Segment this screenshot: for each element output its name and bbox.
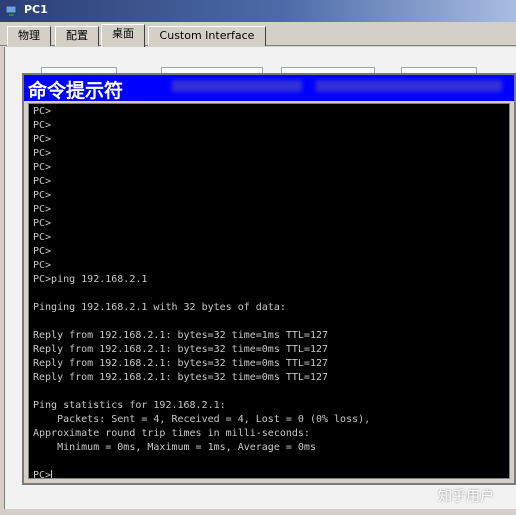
pc-app-icon [5,5,17,16]
terminal-line: PC> [33,134,52,145]
terminal-line: PC> [33,246,52,257]
terminal-line: PC> [33,106,52,117]
terminal-line: Packets: Sent = 4, Received = 4, Lost = … [33,414,371,425]
tab-strip: 物理 配置 桌面 Custom Interface [0,22,516,47]
terminal-line: PC> [33,120,52,131]
blurred-title-text [316,80,502,92]
cmd-title-bar: 命令提示符 [24,75,514,101]
terminal-line: Approximate round trip times in milli-se… [33,428,310,439]
tab-config[interactable]: 配置 [55,26,99,46]
terminal-line: Reply from 192.168.2.1: bytes=32 time=1m… [33,330,329,341]
tab-physical[interactable]: 物理 [7,26,51,46]
terminal-line: PC> [33,260,52,271]
terminal-line: PC> [33,218,52,229]
bottom-strip [0,509,516,515]
terminal-line: Pinging 192.168.2.1 with 32 bytes of dat… [33,302,286,313]
text-cursor [51,470,53,478]
blurred-title-text [172,80,302,92]
terminal-line: PC> [33,176,52,187]
terminal-line: Ping statistics for 192.168.2.1: [33,400,226,411]
terminal-line: Minimum = 0ms, Maximum = 1ms, Average = … [33,442,316,453]
terminal-output[interactable]: PC> PC> PC> PC> PC> PC> PC> PC> PC> PC> PC> PC> PC>p… [28,103,510,479]
window-title: PC1 [24,3,48,16]
window-title-bar: PC1 [0,0,516,22]
terminal-line: PC>ping 192.168.2.1 [33,274,148,285]
terminal-line: Reply from 192.168.2.1: bytes=32 time=0m… [33,372,329,383]
terminal-line: PC> [33,162,52,173]
command-prompt-window: 命令提示符 PC> PC> PC> PC> PC> PC> PC> PC> PC> PC> PC> P… [22,73,516,485]
terminal-line: Reply from 192.168.2.1: bytes=32 time=0m… [33,358,329,369]
terminal-line: PC> [33,148,52,159]
prompt-line[interactable]: PC> [33,469,506,479]
tab-custom-interface[interactable]: Custom Interface [148,26,266,46]
terminal-line: PC> [33,232,52,243]
prompt-text: PC> [33,470,52,479]
watermark: 知乎用户 [438,489,494,505]
terminal-line: PC> [33,204,52,215]
terminal-line: Reply from 192.168.2.1: bytes=32 time=0m… [33,344,329,355]
tab-desktop[interactable]: 桌面 [101,24,145,47]
terminal-line: PC> [33,190,52,201]
cmd-title: 命令提示符 [28,80,124,101]
